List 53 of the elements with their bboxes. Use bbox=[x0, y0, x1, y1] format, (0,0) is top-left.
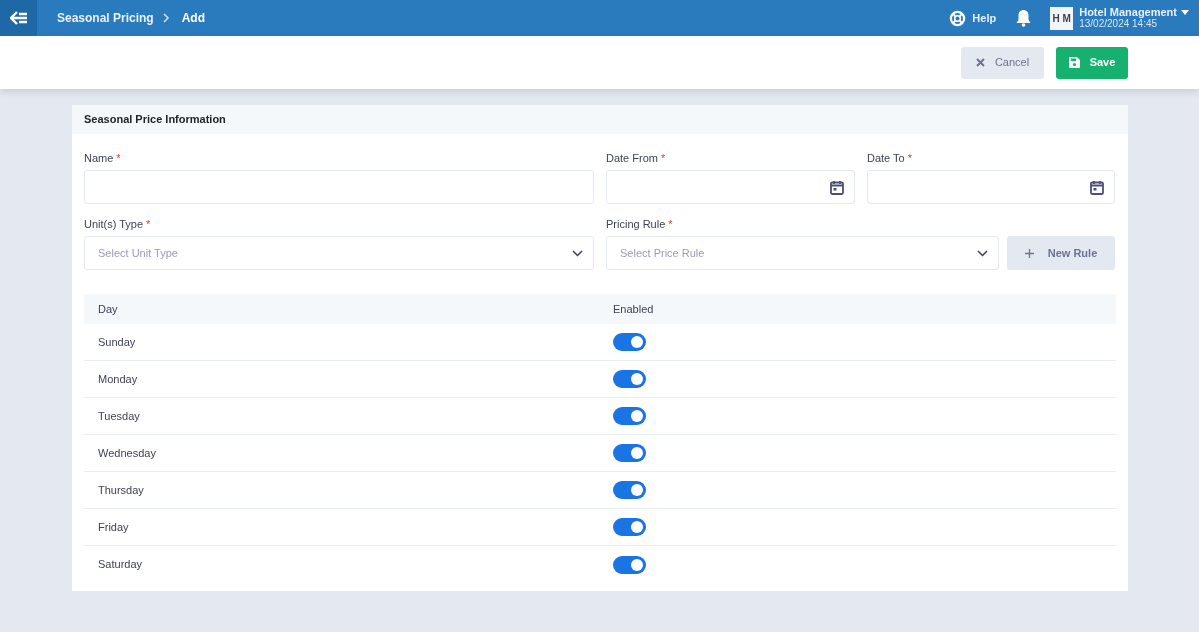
required-mark: * bbox=[668, 217, 673, 230]
required-mark: * bbox=[907, 151, 912, 164]
close-icon bbox=[975, 58, 985, 67]
chevron-down-icon bbox=[572, 249, 583, 257]
back-arrow-icon bbox=[9, 11, 28, 25]
day-cell-text: Sunday bbox=[98, 334, 137, 350]
day-cell-text: Monday bbox=[98, 371, 139, 387]
calendar-icon bbox=[1090, 179, 1104, 195]
required-mark: * bbox=[146, 217, 151, 230]
select-dropdown[interactable]: Select Unit Type bbox=[84, 236, 594, 270]
plus-icon bbox=[1024, 248, 1034, 258]
day-cell-text: Tuesday bbox=[98, 408, 141, 424]
day-cell-text: Saturday bbox=[98, 557, 144, 573]
calendar-icon bbox=[830, 179, 844, 195]
toggle-switch[interactable] bbox=[613, 518, 646, 536]
toggle-switch[interactable] bbox=[613, 555, 646, 574]
field-label: Name bbox=[84, 151, 114, 164]
save-button[interactable]: Save bbox=[1056, 46, 1128, 79]
column-header: Enabled bbox=[613, 301, 654, 317]
date-input-field[interactable] bbox=[867, 170, 1115, 204]
date-input-field[interactable] bbox=[606, 170, 855, 204]
back-button[interactable] bbox=[0, 0, 37, 36]
breadcrumb-current: Add bbox=[181, 10, 206, 27]
chevron-down-icon bbox=[977, 249, 988, 257]
date-time: 13/02/2024 14:45 bbox=[1079, 18, 1158, 29]
section-title: Seasonal Price Information bbox=[84, 112, 226, 128]
cancel-button[interactable]: Cancel bbox=[961, 46, 1044, 79]
toggle-switch[interactable] bbox=[613, 481, 646, 499]
bell-icon[interactable] bbox=[1015, 9, 1033, 27]
required-mark: * bbox=[660, 151, 666, 164]
chevron-right-icon bbox=[161, 13, 170, 23]
day-cell-text: Friday bbox=[98, 519, 130, 535]
day-cell-text: Wednesday bbox=[98, 445, 157, 461]
user-avatar[interactable]: H M bbox=[1050, 6, 1074, 30]
field-label: Unit(s) Type bbox=[84, 217, 144, 230]
new-rule-button[interactable]: New Rule bbox=[1007, 236, 1115, 270]
name-input-field[interactable] bbox=[84, 170, 594, 204]
field-label: Date To bbox=[867, 151, 905, 164]
lifebuoy-icon bbox=[949, 9, 967, 27]
required-mark: * bbox=[116, 151, 121, 164]
day-cell-text: Thursday bbox=[98, 482, 145, 498]
user-name[interactable]: Hotel Management bbox=[1079, 7, 1177, 18]
toggle-switch[interactable] bbox=[613, 444, 646, 462]
toggle-switch[interactable] bbox=[613, 370, 646, 388]
column-header: Day bbox=[98, 301, 119, 317]
select-dropdown[interactable]: Select Price Rule bbox=[606, 236, 999, 270]
toggle-switch[interactable] bbox=[613, 333, 646, 351]
toggle-switch[interactable] bbox=[613, 407, 646, 425]
field-label: Date From bbox=[606, 151, 658, 164]
breadcrumb-link[interactable]: Seasonal Pricing bbox=[57, 9, 154, 27]
caret-down-icon[interactable] bbox=[1181, 10, 1189, 15]
help-button[interactable]: Help bbox=[949, 9, 997, 27]
field-label: Pricing Rule bbox=[606, 217, 666, 230]
